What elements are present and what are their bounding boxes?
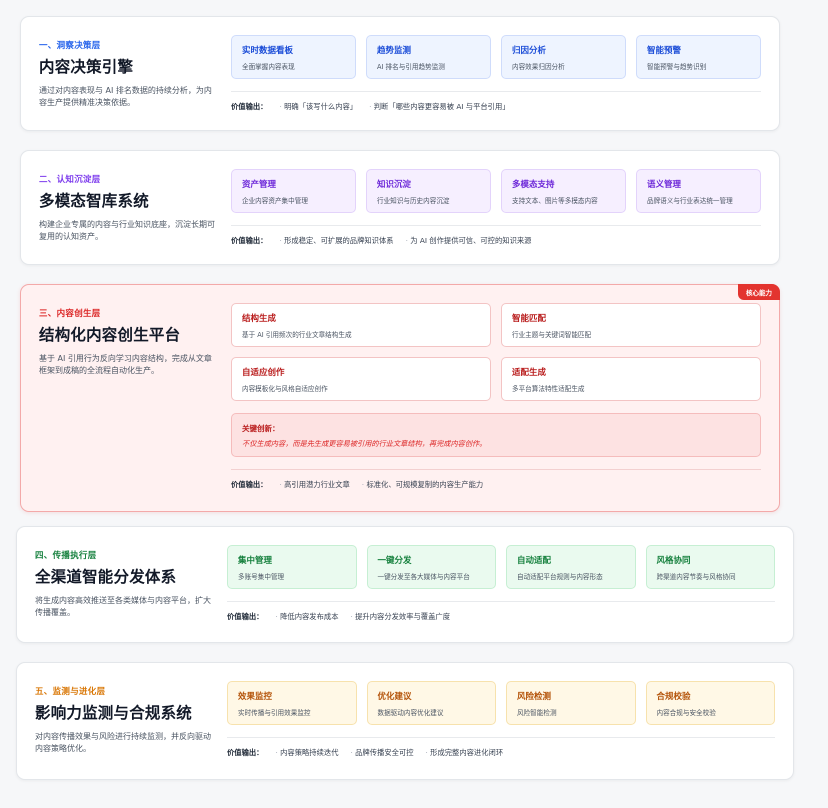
divider: [227, 601, 775, 602]
feature-card: 一键分发 一键分发至各大媒体与内容平台: [366, 545, 496, 589]
feature-card: 智能预警 智能预警与趋势识别: [636, 35, 761, 79]
feature-card: 趋势监测 AI 排名与引用趋势监测: [366, 35, 491, 79]
layer-body: 实时数据看板 全面掌握内容表现 趋势监测 AI 排名与引用趋势监测 归因分析 内…: [231, 35, 761, 112]
layer-body: 集中管理 多账号集中管理 一键分发 一键分发至各大媒体与内容平台 自动适配 自动…: [227, 545, 775, 622]
feature-card: 归因分析 内容效果归因分析: [501, 35, 626, 79]
feature-card: 效果监控 实时传播与引用效果监控: [227, 681, 357, 725]
layer-body: 效果监控 实时传播与引用效果监控 优化建议 数据驱动内容优化建议 风险检测 风险…: [227, 681, 775, 758]
layer-header: 四、传播执行层 全渠道智能分发体系 将生成内容高效推送至各类媒体与内容平台，扩大…: [35, 549, 215, 619]
value-output: 价值输出： 高引用潜力行业文章 标准化、可规模复制的内容生产能力: [231, 480, 761, 490]
layer-tag: 三、内容创生层: [39, 309, 101, 319]
layer-body: 结构生成 基于 AI 引用频次的行业文章结构生成 智能匹配 行业主题与关键词智能…: [231, 303, 761, 490]
layer-creation: 核心能力 三、内容创生层 结构化内容创生平台 基于 AI 引用行为反向学习内容结…: [20, 284, 780, 512]
value-output: 价值输出： 降低内容发布成本 提升内容分发效率与覆盖广度: [227, 612, 775, 622]
layer-title: 结构化内容创生平台: [39, 326, 181, 344]
feature-cards: 实时数据看板 全面掌握内容表现 趋势监测 AI 排名与引用趋势监测 归因分析 内…: [231, 35, 761, 79]
layer-desc: 构建企业专属的内容与行业知识底座，沉淀长期可复用的认知资产。: [39, 220, 215, 241]
feature-cards: 结构生成 基于 AI 引用频次的行业文章结构生成 智能匹配 行业主题与关键词智能…: [231, 303, 761, 401]
layer-header: 一、洞察决策层 内容决策引擎 通过对内容表现与 AI 排名数据的持续分析，为内容…: [39, 39, 219, 109]
layer-body: 资产管理 企业内容资产集中管理 知识沉淀 行业知识与历史内容沉淀 多模态支持 支…: [231, 169, 761, 246]
layer-title: 影响力监测与合规系统: [35, 704, 193, 722]
innovation-label: 关键创新：: [242, 424, 280, 433]
layer-header: 二、认知沉淀层 多模态智库系统 构建企业专属的内容与行业知识底座，沉淀长期可复用…: [39, 173, 219, 243]
divider: [227, 737, 775, 738]
feature-card: 优化建议 数据驱动内容优化建议: [366, 681, 496, 725]
value-output: 价值输出： 形成稳定、可扩展的品牌知识体系 为 AI 创作提供可信、可控的知识来…: [231, 236, 761, 246]
feature-card: 结构生成 基于 AI 引用频次的行业文章结构生成: [231, 303, 491, 347]
layer-desc: 对内容传播效果与风险进行持续监测，并反向驱动内容策略优化。: [35, 732, 211, 753]
feature-card: 实时数据看板 全面掌握内容表现: [231, 35, 356, 79]
feature-card: 合规校验 内容合规与安全校验: [645, 681, 775, 725]
layer-desc: 基于 AI 引用行为反向学习内容结构，完成从文章框架到成稿的全流程自动化生产。: [39, 354, 212, 375]
feature-card: 多模态支持 支持文本、图片等多模态内容: [501, 169, 626, 213]
feature-card: 资产管理 企业内容资产集中管理: [231, 169, 356, 213]
layer-distribution: 四、传播执行层 全渠道智能分发体系 将生成内容高效推送至各类媒体与内容平台，扩大…: [16, 526, 794, 643]
divider: [231, 91, 761, 92]
feature-card: 自动适配 自动适配平台规则与内容形态: [506, 545, 636, 589]
layer-tag: 四、传播执行层: [35, 551, 97, 561]
divider: [231, 469, 761, 470]
layer-desc: 通过对内容表现与 AI 排名数据的持续分析，为内容生产提供精准决策依据。: [39, 86, 212, 107]
layer-title: 多模态智库系统: [39, 192, 149, 210]
layer-monitoring: 五、监测与进化层 影响力监测与合规系统 对内容传播效果与风险进行持续监测，并反向…: [16, 662, 794, 780]
layer-tag: 一、洞察决策层: [39, 41, 101, 51]
innovation-text: 不仅生成内容，而是先生成更容易被引用的行业文章结构，再完成内容创作。: [242, 439, 487, 448]
layer-header: 五、监测与进化层 影响力监测与合规系统 对内容传播效果与风险进行持续监测，并反向…: [35, 685, 215, 755]
feature-card: 适配生成 多平台算法特性适配生成: [501, 357, 761, 401]
feature-card: 风格协同 跨渠道内容节奏与风格协同: [645, 545, 775, 589]
layer-insight: 一、洞察决策层 内容决策引擎 通过对内容表现与 AI 排名数据的持续分析，为内容…: [20, 16, 780, 131]
feature-cards: 效果监控 实时传播与引用效果监控 优化建议 数据驱动内容优化建议 风险检测 风险…: [227, 681, 775, 725]
feature-cards: 资产管理 企业内容资产集中管理 知识沉淀 行业知识与历史内容沉淀 多模态支持 支…: [231, 169, 761, 213]
layer-tag: 五、监测与进化层: [35, 687, 106, 697]
feature-card: 智能匹配 行业主题与关键词智能匹配: [501, 303, 761, 347]
feature-card: 集中管理 多账号集中管理: [227, 545, 357, 589]
divider: [231, 225, 761, 226]
feature-card: 知识沉淀 行业知识与历史内容沉淀: [366, 169, 491, 213]
layer-knowledge: 二、认知沉淀层 多模态智库系统 构建企业专属的内容与行业知识底座，沉淀长期可复用…: [20, 150, 780, 265]
layer-title: 全渠道智能分发体系: [35, 568, 177, 586]
layer-title: 内容决策引擎: [39, 58, 134, 76]
feature-card: 语义管理 品牌语义与行业表达统一管理: [636, 169, 761, 213]
feature-card: 自适应创作 内容模板化与风格自适应创作: [231, 357, 491, 401]
layer-tag: 二、认知沉淀层: [39, 175, 101, 185]
layer-header: 三、内容创生层 结构化内容创生平台 基于 AI 引用行为反向学习内容结构，完成从…: [39, 307, 219, 377]
feature-cards: 集中管理 多账号集中管理 一键分发 一键分发至各大媒体与内容平台 自动适配 自动…: [227, 545, 775, 589]
feature-card: 风险检测 风险智能检测: [506, 681, 636, 725]
value-output: 价值输出： 明确「该写什么内容」 判断「哪些内容更容易被 AI 与平台引用」: [231, 102, 761, 112]
value-output: 价值输出： 内容策略持续迭代 品牌传播安全可控 形成完整内容进化闭环: [227, 748, 775, 758]
key-innovation: 关键创新： 不仅生成内容，而是先生成更容易被引用的行业文章结构，再完成内容创作。: [231, 413, 761, 457]
core-badge: 核心能力: [738, 284, 780, 300]
layer-desc: 将生成内容高效推送至各类媒体与内容平台，扩大传播覆盖。: [35, 596, 211, 617]
